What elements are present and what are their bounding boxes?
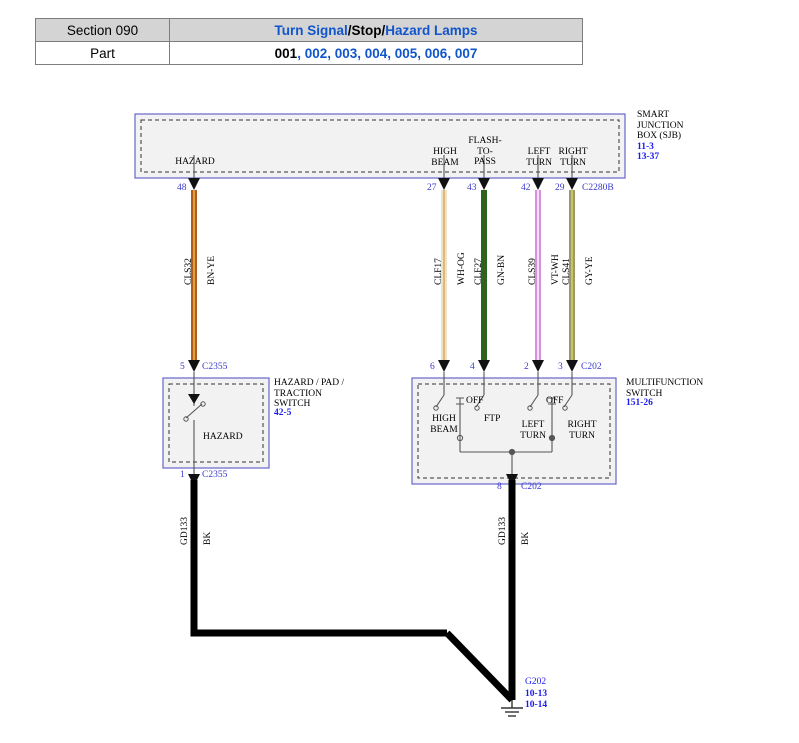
mfs-junction — [508, 448, 516, 456]
mfs-label-off-right: OFF — [546, 396, 564, 406]
sjb-connector-c2280b: C2280B — [582, 183, 614, 193]
hazard-switch-bottom-connector: C2355 — [202, 470, 228, 480]
wire-label-color-wh-og: WH-OG — [457, 252, 467, 285]
mfs-pin-2: 2 — [524, 362, 529, 372]
ground-label-circuit-left: GD133 — [180, 517, 190, 545]
sjb-pin-43: 43 — [467, 183, 477, 193]
mfs-label-right-turn: RIGHT TURN — [567, 420, 597, 441]
ground-point-name: G202 — [525, 677, 547, 687]
mfs-pin-3: 3 — [558, 362, 563, 372]
sjb-box — [134, 113, 626, 179]
mfs-pin-4: 4 — [470, 362, 475, 372]
ground-point-link-10-14[interactable]: 10-14 — [525, 700, 547, 711]
sjb-link-13-37[interactable]: 13-37 — [637, 152, 659, 163]
sjb-pin-27: 27 — [427, 183, 437, 193]
wire-label-circuit-clf27: CLF27 — [474, 258, 484, 285]
wiring-diagram: HAZARD HIGH BEAM FLASH- TO- PASS LEFT TU… — [0, 0, 799, 743]
mfs-link-151-26[interactable]: 151-26 — [626, 398, 653, 409]
mfs-label-off-left: OFF — [466, 396, 484, 406]
ground-label-circuit-right: GD133 — [498, 517, 508, 545]
sjb-terminal-label-right-turn: RIGHT TURN — [558, 147, 588, 168]
hazard-switch-name: HAZARD / PAD / TRACTION SWITCH — [274, 378, 345, 409]
ground-symbol — [501, 700, 523, 717]
wire-label-color-vt-wh: VT-WH — [551, 254, 561, 285]
mfs-connector-top: C202 — [581, 362, 602, 372]
sjb-name: SMART JUNCTION BOX (SJB) — [637, 110, 684, 141]
ground-label-color-right: BK — [521, 531, 531, 545]
sjb-terminal-label-high-beam: HIGH BEAM — [431, 147, 459, 168]
mfs-label-left-turn: LEFT TURN — [520, 420, 546, 441]
sjb-pin-48: 48 — [177, 183, 187, 193]
hazard-switch-link-42-5[interactable]: 42-5 — [274, 408, 291, 419]
sjb-pin-29: 29 — [555, 183, 565, 193]
sjb-terminal-arrows — [188, 178, 578, 190]
sjb-terminal-label-hazard: HAZARD — [175, 157, 215, 167]
mfs-bottom-pin: 8 — [497, 482, 502, 492]
connector-arrows-lower — [188, 360, 578, 372]
sjb-terminal-label-flash-to-pass: FLASH- TO- PASS — [468, 136, 502, 167]
hazard-switch-top-pin: 5 — [180, 362, 185, 372]
mfs-name: MULTIFUNCTION SWITCH — [626, 378, 704, 399]
ground-label-color-left: BK — [203, 531, 213, 545]
ground-wire-left — [190, 480, 447, 637]
wire-label-circuit-clf17: CLF17 — [434, 258, 444, 285]
hazard-switch-box — [162, 377, 270, 469]
hazard-switch-top-connector: C2355 — [202, 362, 228, 372]
wire-label-circuit-cls41: CLS41 — [562, 258, 572, 285]
sjb-link-11-3[interactable]: 11-3 — [637, 142, 654, 153]
hazard-switch-inner-label: HAZARD — [203, 432, 243, 442]
wire-label-circuit-cls32: CLS32 — [184, 258, 194, 285]
mfs-bottom-connector: C202 — [521, 482, 542, 492]
mfs-label-high-beam: HIGH BEAM — [430, 414, 458, 435]
wire-label-color-gn-bn: GN-BN — [497, 254, 507, 285]
wire-label-circuit-cls39: CLS39 — [528, 258, 538, 285]
ground-point-link-10-13[interactable]: 10-13 — [525, 689, 547, 700]
sjb-pin-42: 42 — [521, 183, 531, 193]
mfs-label-ftp: FTP — [484, 414, 501, 424]
wire-label-color-bn-ye: BN-YE — [207, 255, 217, 285]
wire-label-color-gy-ye: GY-YE — [585, 256, 595, 286]
hazard-switch-bottom-pin: 1 — [180, 470, 185, 480]
mfs-pin-6: 6 — [430, 362, 435, 372]
ground-wire-diagonal — [444, 630, 515, 703]
